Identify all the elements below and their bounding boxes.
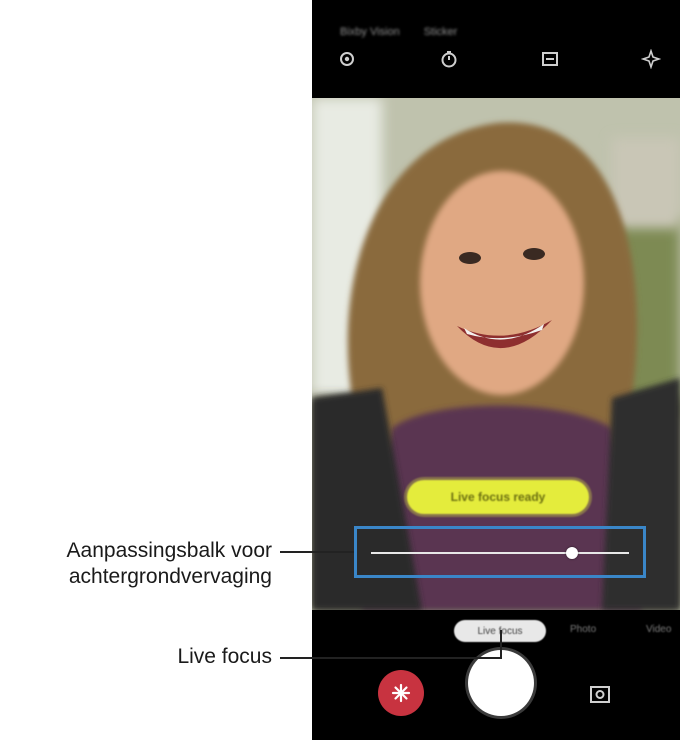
aspect-ratio-icon[interactable] — [539, 48, 561, 70]
effects-icon — [391, 683, 411, 703]
callout-live-focus-label: Live focus — [177, 645, 272, 668]
tab-sticker[interactable]: Sticker — [424, 26, 458, 38]
effects-button[interactable] — [378, 670, 424, 716]
settings-icon[interactable] — [336, 48, 358, 70]
switch-camera-icon — [590, 686, 610, 703]
mode-photo[interactable]: Photo — [570, 624, 596, 635]
slider-track — [371, 552, 629, 554]
camera-bottom-bar: Live focus Photo Video — [312, 610, 680, 740]
slider-thumb[interactable] — [566, 547, 579, 559]
callout-blur-slider-label: Aanpassingsbalk voor achtergrondvervagin… — [0, 538, 272, 590]
beauty-icon[interactable] — [640, 48, 662, 70]
camera-screen: Bixby Vision Sticker Live focus ready Li… — [312, 0, 680, 740]
shutter-button[interactable] — [468, 650, 534, 716]
background-blur-slider[interactable] — [354, 526, 646, 578]
top-icon-row — [312, 48, 680, 74]
top-mode-tabs: Bixby Vision Sticker — [340, 26, 457, 38]
switch-camera-button[interactable] — [588, 682, 612, 706]
timer-icon[interactable] — [438, 48, 460, 70]
callout-live-focus-line-vertical — [500, 630, 502, 659]
callout-blur-slider-line2: achtergrondvervaging — [68, 565, 272, 588]
live-focus-ready-badge: Live focus ready — [407, 480, 589, 514]
callout-blur-slider-line1: Aanpassingsbalk voor — [66, 539, 272, 562]
callout-blur-slider-line — [280, 551, 354, 553]
mode-selector: Live focus Photo Video — [312, 620, 680, 642]
callout-live-focus-line — [280, 657, 502, 659]
tab-bixby-vision[interactable]: Bixby Vision — [340, 26, 400, 38]
camera-viewfinder[interactable]: Live focus ready — [312, 98, 680, 610]
mode-video[interactable]: Video — [646, 624, 671, 635]
camera-top-bar: Bixby Vision Sticker — [312, 0, 680, 98]
